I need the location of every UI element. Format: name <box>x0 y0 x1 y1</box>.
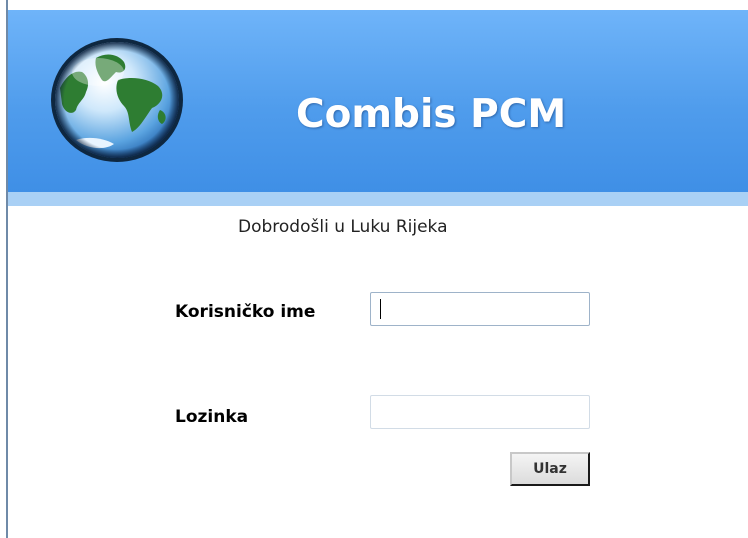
globe-icon <box>51 38 183 162</box>
username-input[interactable] <box>370 292 590 326</box>
text-caret <box>380 299 381 319</box>
login-button[interactable]: Ulaz <box>510 452 590 486</box>
welcome-message: Dobrodošli u Luku Rijeka <box>238 217 448 237</box>
app-title: Combis PCM <box>296 92 567 137</box>
password-input[interactable] <box>370 395 590 429</box>
login-page: Combis PCM Dobrodošli u Luku Rijeka Kori… <box>0 0 748 538</box>
header-divider <box>8 192 748 206</box>
password-label: Lozinka <box>175 407 249 427</box>
username-label: Korisničko ime <box>175 302 316 322</box>
